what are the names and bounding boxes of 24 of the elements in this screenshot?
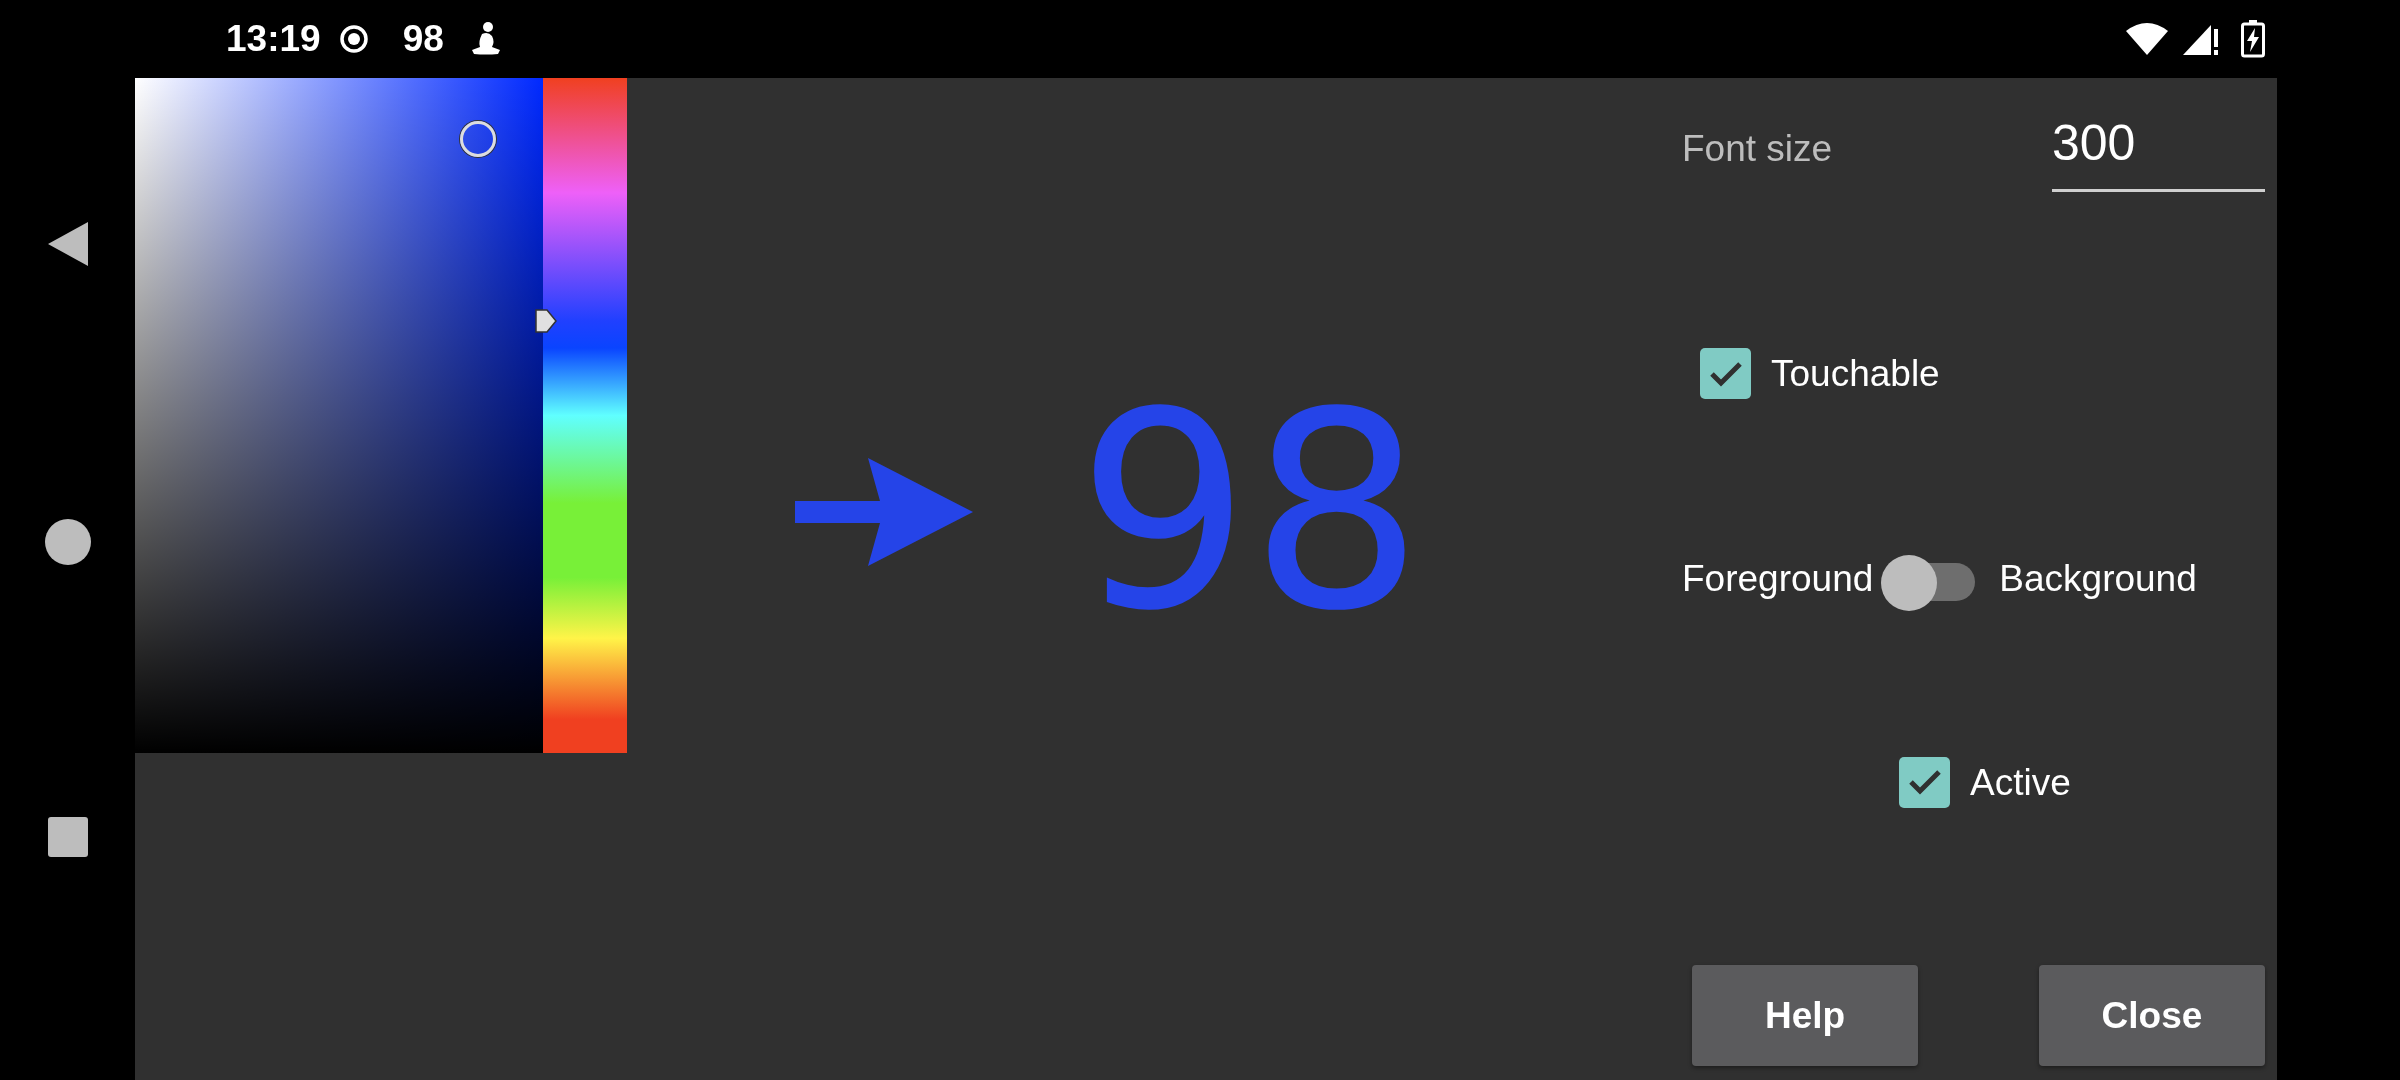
font-size-field[interactable]: 300 xyxy=(2052,106,2265,192)
preview-text: 98 xyxy=(1077,375,1424,648)
wifi-icon xyxy=(2125,21,2169,57)
field-label: Font size xyxy=(1682,127,1833,172)
check-icon xyxy=(1708,359,1743,388)
help-button[interactable]: Help xyxy=(1692,965,1918,1066)
checkbox-label: Active xyxy=(1970,760,2071,805)
picker-marker[interactable] xyxy=(459,120,496,157)
battery-charging-icon xyxy=(2241,20,2265,58)
color-square[interactable] xyxy=(135,78,543,753)
arrow-icon xyxy=(795,457,973,566)
notification-text: 98 xyxy=(402,17,444,62)
recents-icon[interactable] xyxy=(46,816,89,858)
check-icon xyxy=(1907,768,1942,797)
switch-label: Foreground xyxy=(1682,556,1874,601)
checkbox[interactable] xyxy=(1899,756,1950,808)
figure-icon xyxy=(469,22,502,56)
record-icon xyxy=(338,24,369,54)
switch-label: Background xyxy=(1999,556,2197,601)
status-time: 13:19 xyxy=(226,17,321,62)
home-icon[interactable] xyxy=(43,518,92,566)
close-button[interactable]: Close xyxy=(2039,965,2265,1066)
checkbox[interactable] xyxy=(1700,348,1751,400)
checkbox-label: Touchable xyxy=(1771,352,1940,396)
